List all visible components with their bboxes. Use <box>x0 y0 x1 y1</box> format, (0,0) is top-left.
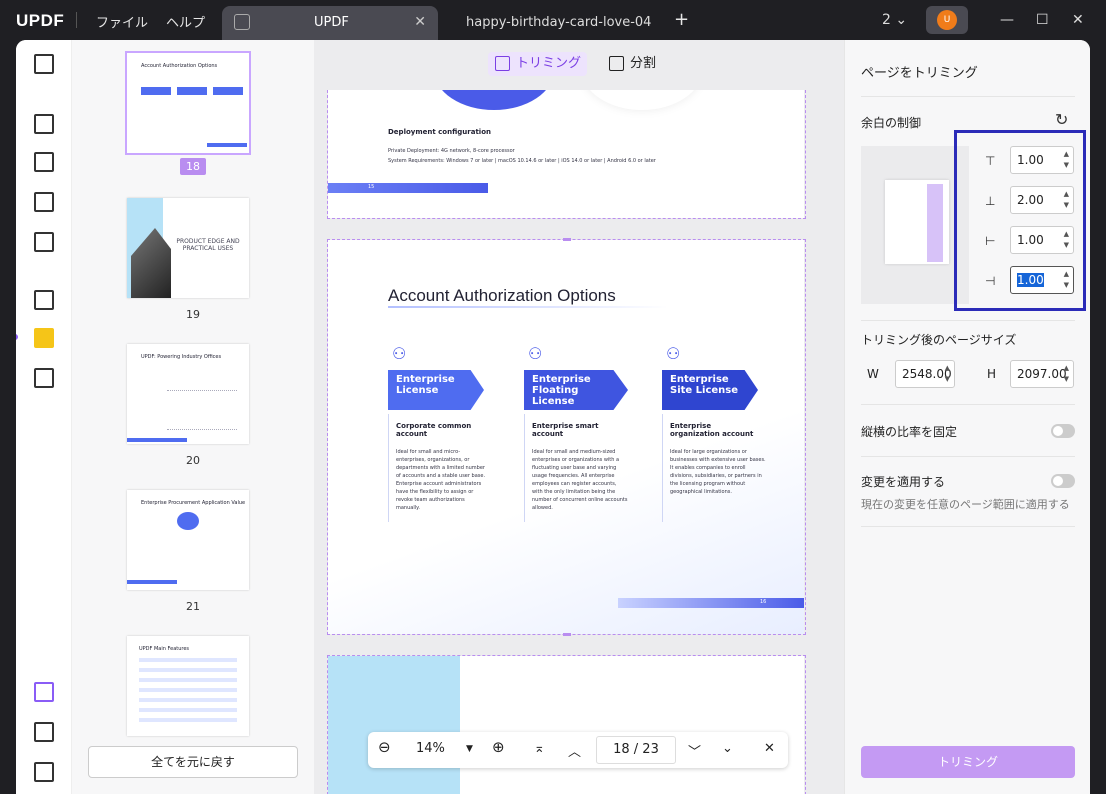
active-indicator <box>16 334 18 340</box>
crop-preview <box>861 146 969 304</box>
attachment-icon[interactable] <box>34 762 54 782</box>
crop-icon <box>495 56 510 71</box>
tab-updf[interactable]: UPDF ✕ <box>222 6 438 40</box>
highlighter-icon[interactable] <box>34 114 54 134</box>
thumbnail-page[interactable]: PRODUCT EDGE AND PRACTICAL USES <box>127 198 249 298</box>
crop-icon[interactable] <box>34 328 54 348</box>
thumbnail-number: 18 <box>72 158 314 175</box>
first-page-button[interactable]: ⌅ <box>534 741 545 756</box>
new-tab-button[interactable]: + <box>674 9 689 30</box>
thumbnail-page[interactable]: Enterprise Procurement Application Value <box>127 490 249 590</box>
zoom-out-button[interactable]: ⊖ <box>378 738 391 756</box>
window-count[interactable]: 2 ⌄ <box>882 12 907 28</box>
trim-button[interactable]: トリミング <box>861 746 1075 778</box>
thumbnail-page[interactable]: UPDF: Powering Industry Offices <box>127 344 249 444</box>
menu-file[interactable]: ファイル <box>96 12 148 31</box>
zoom-bar: ⊖ 14% ▼ ⊕ ⌅ ︿ 18 / 23 ﹀ ⌄ ✕ <box>368 732 788 768</box>
reset-all-button[interactable]: 全てを元に戻す <box>88 746 298 778</box>
tab-split[interactable]: 分割 <box>602 52 662 76</box>
form-icon[interactable] <box>34 192 54 212</box>
layers-icon[interactable] <box>34 682 54 702</box>
document-viewer: トリミング 分割 Deployment configuration Privat… <box>314 40 844 794</box>
annotation-highlight-box <box>954 130 1086 311</box>
divider <box>76 12 77 28</box>
height-input[interactable]: 2097.00 ▲ ▼ <box>1010 360 1074 388</box>
bookmark-icon[interactable] <box>34 722 54 742</box>
organize-icon[interactable] <box>34 290 54 310</box>
left-toolbar <box>16 40 72 794</box>
zoom-level[interactable]: 14% <box>416 741 445 756</box>
thumbnail-title: UPDF: Powering Industry Offices <box>141 354 222 360</box>
document-icon <box>234 14 250 30</box>
width-label: W <box>867 367 879 381</box>
crop-boundary[interactable] <box>327 90 806 219</box>
maximize-button[interactable]: ☐ <box>1036 12 1049 28</box>
edit-icon[interactable] <box>34 152 54 172</box>
next-page-button[interactable]: ﹀ <box>688 741 701 760</box>
reader-icon[interactable] <box>34 54 54 74</box>
prev-page-button[interactable]: ︿ <box>568 741 581 760</box>
last-page-button[interactable]: ⌄ <box>722 741 733 756</box>
width-input[interactable]: 2548.00 ▲ ▼ <box>895 360 955 388</box>
aspect-ratio-label: 縦横の比率を固定 <box>861 425 958 439</box>
divider <box>861 404 1075 405</box>
ocr-icon[interactable] <box>34 232 54 252</box>
thumbnail-number: 19 <box>186 308 200 321</box>
menu-help[interactable]: ヘルプ <box>166 12 205 31</box>
height-label: H <box>987 367 997 381</box>
thumbnail-page[interactable]: Account Authorization Options <box>125 51 251 155</box>
thumbnail-page[interactable]: UPDF Main Features <box>127 636 249 736</box>
close-window-button[interactable]: ✕ <box>1072 12 1084 28</box>
panel-title: ページをトリミング <box>861 66 978 81</box>
page-size-label: トリミング後のページサイズ <box>861 333 1017 347</box>
apply-changes-label: 変更を適用する <box>861 475 946 489</box>
title-bar: UPDF ファイル ヘルプ UPDF ✕ happy-birthday-card… <box>0 0 1106 40</box>
app-logo: UPDF <box>16 11 65 30</box>
crop-boundary[interactable] <box>327 655 806 794</box>
zoom-in-button[interactable]: ⊕ <box>492 738 505 756</box>
crop-handle[interactable] <box>563 238 571 241</box>
thumbnail-panel: Account Authorization Options 18 PRODUCT… <box>72 40 314 794</box>
divider <box>861 456 1075 457</box>
thumbnail-number: 21 <box>186 600 200 613</box>
tab-crop[interactable]: トリミング <box>488 52 588 76</box>
crop-handle[interactable] <box>563 633 571 636</box>
tab-label: UPDF <box>314 15 349 30</box>
apply-changes-toggle[interactable] <box>1051 474 1075 488</box>
close-icon[interactable]: ✕ <box>414 14 426 30</box>
thumbnail-title: PRODUCT EDGE AND PRACTICAL USES <box>176 238 240 252</box>
reset-icon[interactable]: ↻ <box>1055 110 1068 129</box>
thumbnail-title: UPDF Main Features <box>139 646 190 652</box>
page-input[interactable]: 18 / 23 <box>596 736 676 764</box>
apply-changes-description: 現在の変更を任意のページ範囲に適用する <box>861 498 1070 511</box>
thumbnail-title: Enterprise Procurement Application Value <box>141 500 246 506</box>
chevron-down-icon[interactable]: ▼ <box>466 744 473 754</box>
divider <box>861 96 1075 97</box>
close-icon[interactable]: ✕ <box>764 741 775 756</box>
margin-label: 余白の制御 <box>861 116 922 130</box>
minimize-button[interactable]: — <box>1000 12 1014 28</box>
convert-icon[interactable] <box>34 368 54 388</box>
crop-boundary[interactable] <box>327 239 806 635</box>
divider <box>861 320 1075 321</box>
tab-birthday-card[interactable]: happy-birthday-card-love-04 <box>452 6 652 40</box>
thumbnail-title: Account Authorization Options <box>141 63 218 69</box>
divider <box>861 526 1075 527</box>
aspect-ratio-toggle[interactable] <box>1051 424 1075 438</box>
thumbnail-number: 20 <box>186 454 200 467</box>
tab-label: happy-birthday-card-love-04 <box>466 15 652 30</box>
app-body: Account Authorization Options 18 PRODUCT… <box>16 40 1090 794</box>
split-icon <box>609 56 624 71</box>
avatar[interactable]: U <box>926 6 968 34</box>
